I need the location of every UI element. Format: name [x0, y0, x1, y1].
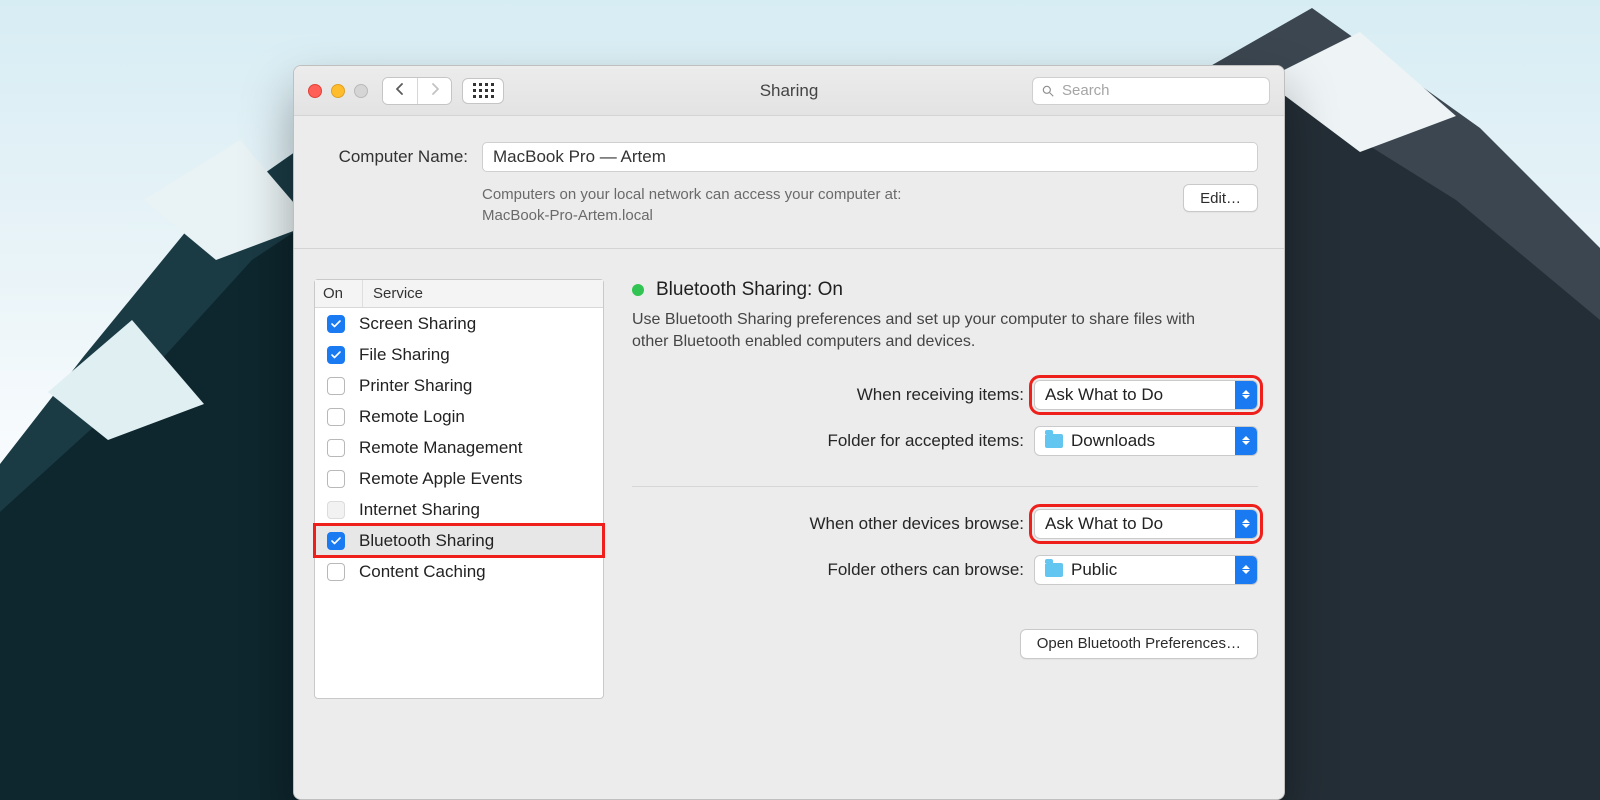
zoom-button: [354, 84, 368, 98]
status-dot-icon: [632, 284, 644, 296]
service-row[interactable]: Remote Login: [315, 401, 603, 432]
service-row[interactable]: Content Caching: [315, 556, 603, 587]
accepted-folder-label: Folder for accepted items:: [724, 431, 1024, 451]
status-title: Bluetooth Sharing: On: [656, 279, 843, 301]
search-icon: [1041, 84, 1055, 98]
service-row[interactable]: Remote Management: [315, 432, 603, 463]
show-all-button[interactable]: [462, 78, 504, 104]
titlebar: Sharing: [294, 66, 1284, 116]
computer-name-input[interactable]: [482, 142, 1258, 172]
services-body: Screen Sharing File Sharing Printer Sharin…: [315, 308, 603, 587]
computer-name-label: Computer Name:: [320, 147, 468, 167]
browse-folder-value: Public: [1071, 560, 1117, 580]
service-label: File Sharing: [359, 345, 450, 365]
folder-icon: [1045, 563, 1063, 577]
accepted-folder-value: Downloads: [1071, 431, 1155, 451]
service-detail-pane: Bluetooth Sharing: On Use Bluetooth Shar…: [632, 279, 1258, 769]
service-checkbox[interactable]: [327, 563, 345, 581]
chevron-updown-icon: [1235, 556, 1257, 584]
service-description: Use Bluetooth Sharing preferences and se…: [632, 309, 1212, 354]
chevron-updown-icon: [1235, 510, 1257, 538]
service-row[interactable]: Bluetooth Sharing: [315, 525, 603, 556]
when-browse-label: When other devices browse:: [724, 514, 1024, 534]
service-checkbox[interactable]: [327, 377, 345, 395]
when-browse-popup[interactable]: Ask What to Do: [1034, 509, 1258, 539]
service-row[interactable]: Printer Sharing: [315, 370, 603, 401]
search-input[interactable]: [1062, 82, 1261, 99]
service-label: Internet Sharing: [359, 500, 480, 520]
services-list: On Service Screen Sharing File Sharing Pri…: [314, 279, 604, 699]
service-label: Bluetooth Sharing: [359, 531, 494, 551]
service-checkbox: [327, 501, 345, 519]
chevron-updown-icon: [1235, 427, 1257, 455]
service-label: Printer Sharing: [359, 376, 472, 396]
services-col-on: On: [315, 280, 363, 307]
search-field[interactable]: [1032, 77, 1270, 105]
edit-hostname-button[interactable]: Edit…: [1183, 184, 1258, 212]
computer-name-section: Computer Name: Computers on your local n…: [294, 116, 1284, 249]
service-checkbox[interactable]: [327, 439, 345, 457]
service-row[interactable]: Internet Sharing: [315, 494, 603, 525]
sharing-preferences-window: Sharing Computer Name: Computers on your…: [293, 65, 1285, 800]
service-checkbox[interactable]: [327, 408, 345, 426]
services-header: On Service: [315, 280, 603, 308]
when-browse-value: Ask What to Do: [1045, 514, 1163, 534]
service-label: Remote Login: [359, 407, 465, 427]
service-label: Remote Apple Events: [359, 469, 522, 489]
when-receiving-popup[interactable]: Ask What to Do: [1034, 380, 1258, 410]
service-row[interactable]: Remote Apple Events: [315, 463, 603, 494]
service-row[interactable]: File Sharing: [315, 339, 603, 370]
service-checkbox[interactable]: [327, 315, 345, 333]
chevron-updown-icon: [1235, 381, 1257, 409]
open-bluetooth-prefs-button[interactable]: Open Bluetooth Preferences…: [1020, 629, 1258, 659]
service-row[interactable]: Screen Sharing: [315, 308, 603, 339]
grid-icon: [473, 83, 494, 98]
separator: [632, 486, 1258, 487]
when-receiving-label: When receiving items:: [724, 385, 1024, 405]
service-checkbox[interactable]: [327, 532, 345, 550]
close-button[interactable]: [308, 84, 322, 98]
minimize-button[interactable]: [331, 84, 345, 98]
back-button[interactable]: [383, 78, 417, 104]
accepted-folder-popup[interactable]: Downloads: [1034, 426, 1258, 456]
folder-icon: [1045, 434, 1063, 448]
main-content: On Service Screen Sharing File Sharing Pri…: [294, 249, 1284, 799]
service-checkbox[interactable]: [327, 346, 345, 364]
service-label: Remote Management: [359, 438, 522, 458]
services-col-service: Service: [363, 280, 603, 307]
service-label: Content Caching: [359, 562, 486, 582]
browse-folder-popup[interactable]: Public: [1034, 555, 1258, 585]
local-hostname-note: Computers on your local network can acce…: [482, 184, 1183, 226]
nav-segment: [382, 77, 452, 105]
when-receiving-value: Ask What to Do: [1045, 385, 1163, 405]
forward-button[interactable]: [417, 78, 451, 104]
browse-folder-label: Folder others can browse:: [724, 560, 1024, 580]
service-label: Screen Sharing: [359, 314, 476, 334]
service-checkbox[interactable]: [327, 470, 345, 488]
